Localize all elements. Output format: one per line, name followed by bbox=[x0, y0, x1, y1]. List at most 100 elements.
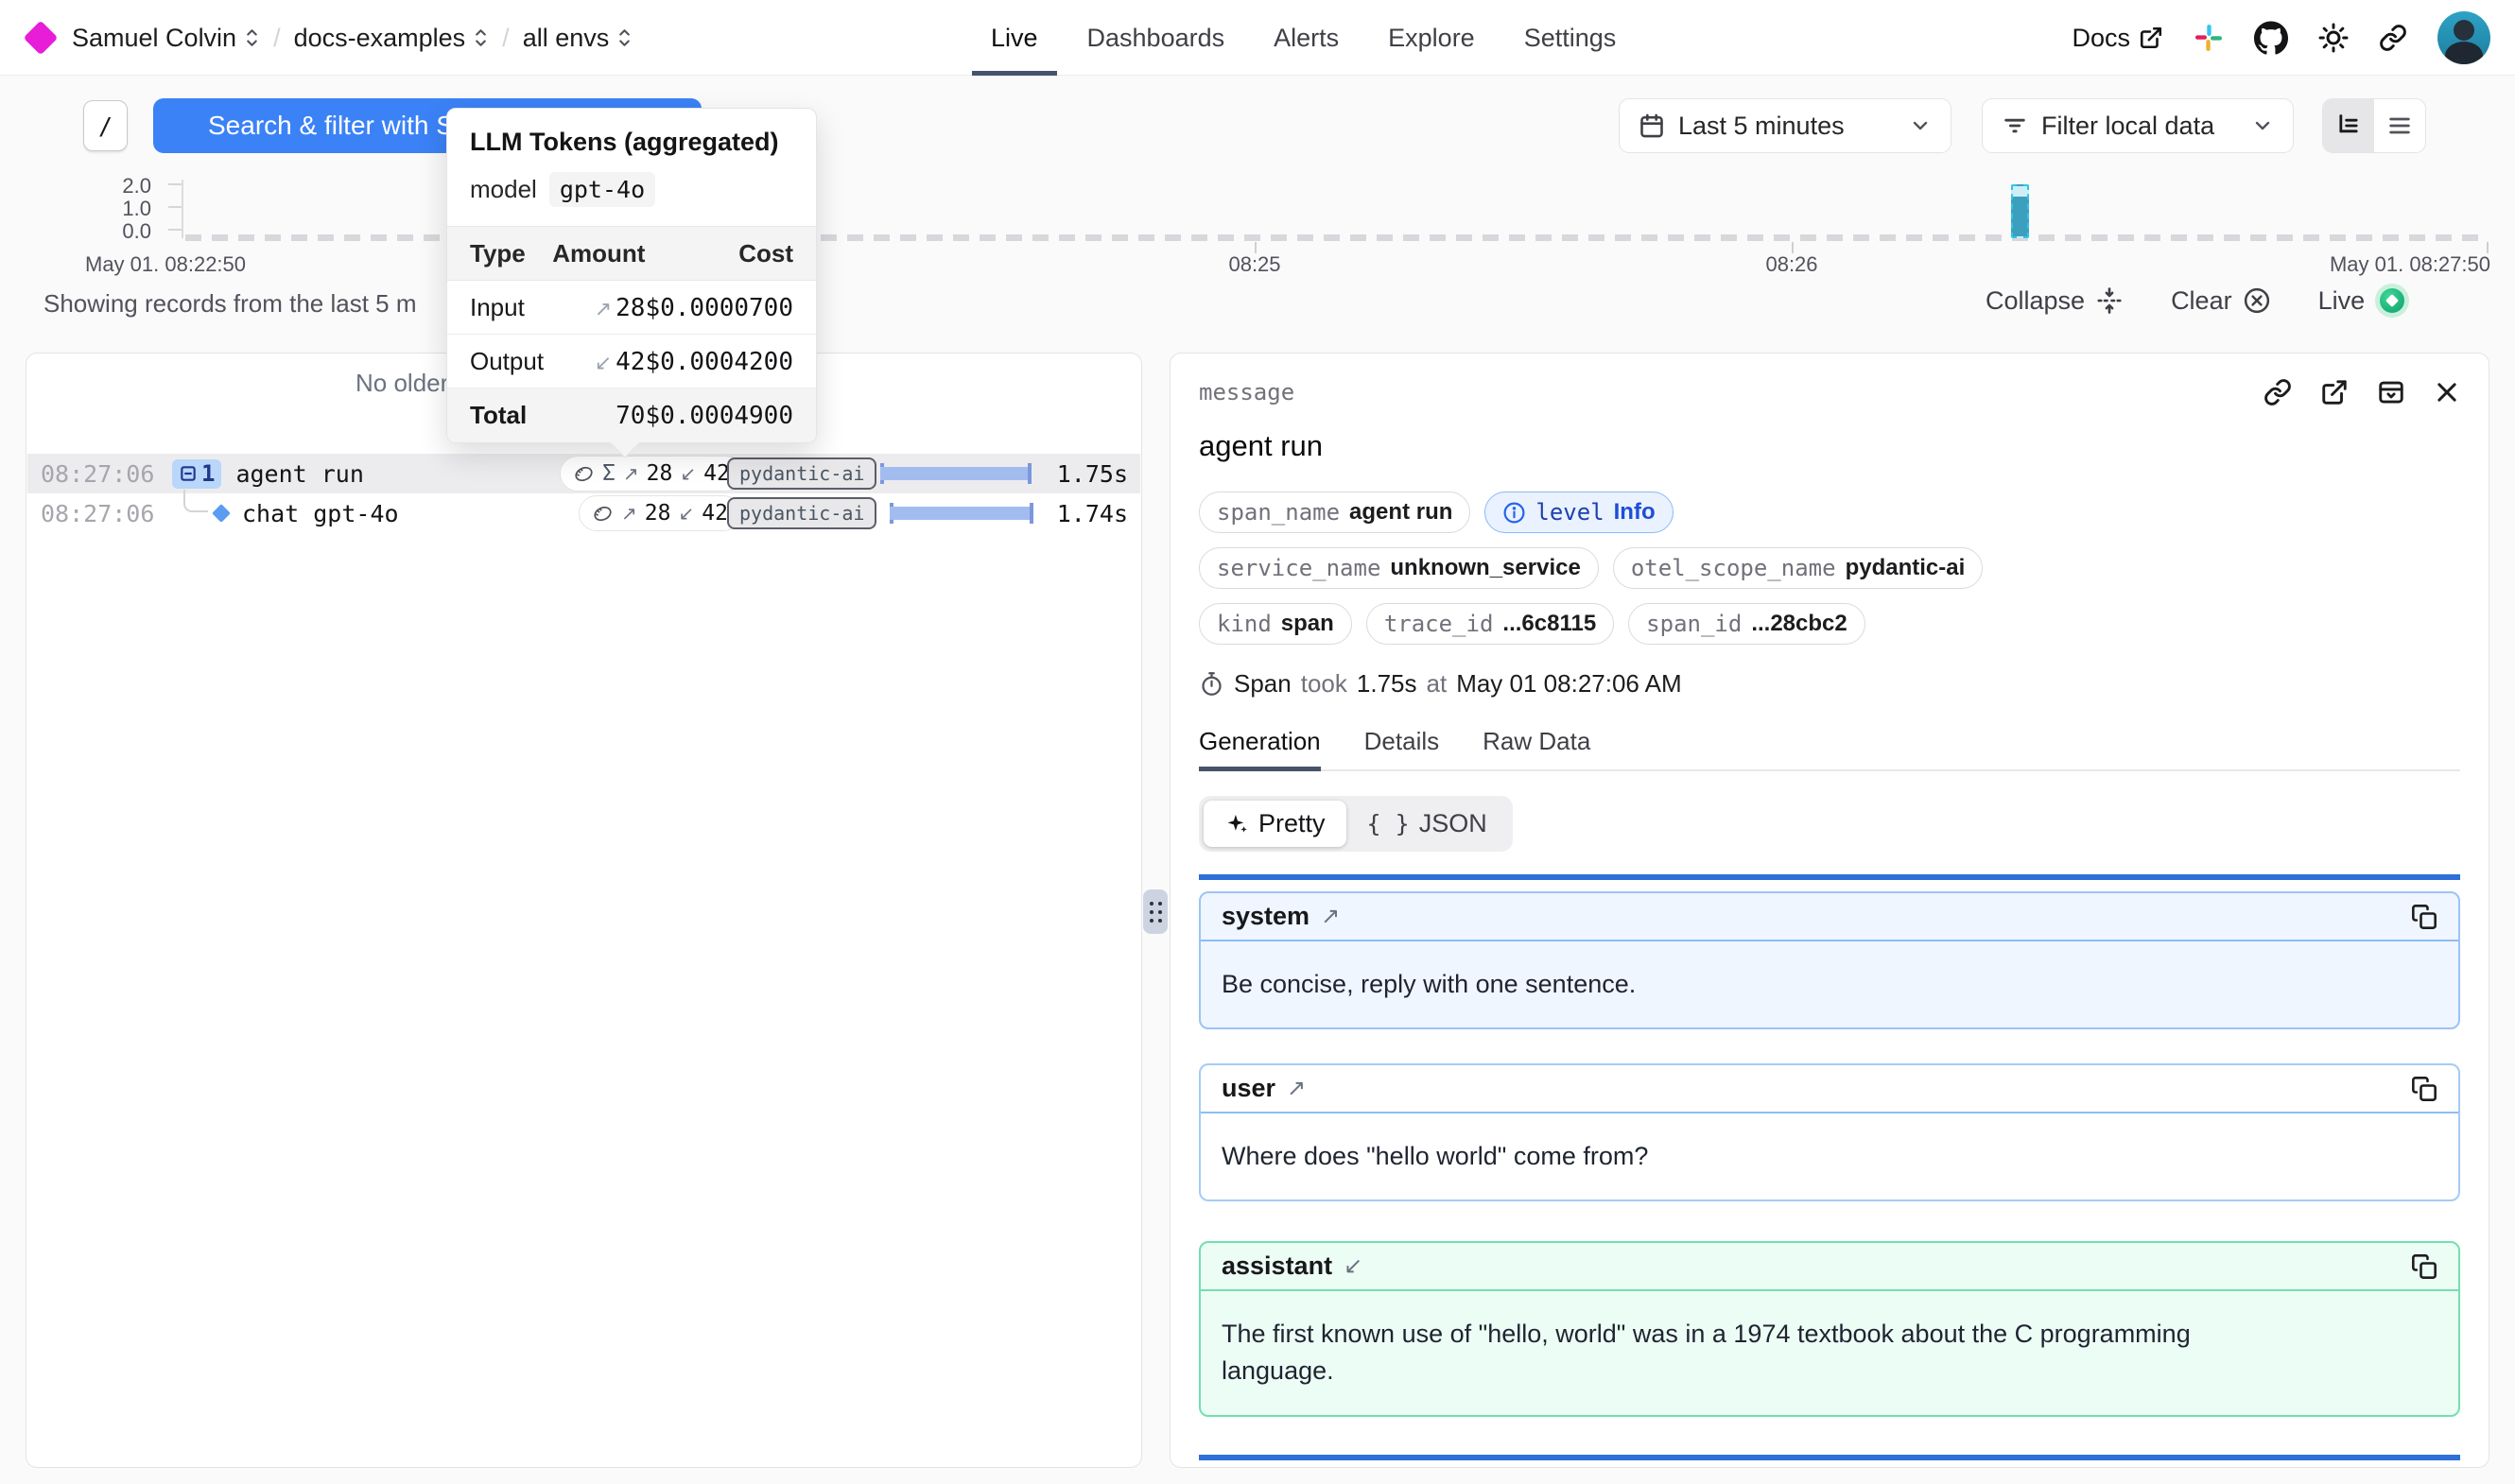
list-view-toggle[interactable] bbox=[2374, 99, 2425, 152]
json-toggle[interactable]: { } JSON bbox=[1346, 801, 1508, 847]
tree-view-toggle[interactable] bbox=[2323, 99, 2374, 152]
project-selector[interactable]: docs-examples bbox=[294, 24, 490, 53]
dock-panel-icon[interactable] bbox=[2377, 378, 2405, 406]
badge-otel-scope[interactable]: otel_scope_name pydantic-ai bbox=[1613, 547, 1983, 589]
badge-span-name[interactable]: span_name agent run bbox=[1199, 492, 1470, 533]
row-timestamp: 08:27:06 bbox=[41, 460, 152, 488]
x-axis-label-0825: 08:25 bbox=[1228, 252, 1280, 277]
copy-button[interactable] bbox=[2411, 1253, 2437, 1280]
live-toggle-button[interactable]: Live bbox=[2318, 284, 2410, 318]
tokens-row-output: Output ↙42 $0.0004200 bbox=[447, 335, 816, 388]
user-avatar[interactable] bbox=[2437, 11, 2490, 64]
share-link-icon[interactable] bbox=[2379, 24, 2407, 52]
tab-generation[interactable]: Generation bbox=[1199, 727, 1321, 769]
badge-key: level bbox=[1535, 499, 1604, 526]
duration-bar bbox=[880, 463, 1032, 484]
slack-icon[interactable] bbox=[2194, 23, 2224, 53]
scope-tag-badge[interactable]: pydantic-ai bbox=[727, 457, 876, 490]
github-icon[interactable] bbox=[2254, 21, 2288, 55]
pretty-json-toggle: Pretty { } JSON bbox=[1199, 796, 1513, 852]
output-arrow-icon: ↙ bbox=[595, 351, 612, 374]
badge-key: span_name bbox=[1217, 499, 1340, 526]
nav-tab-explore[interactable]: Explore bbox=[1388, 0, 1475, 76]
row-label: Input bbox=[447, 281, 552, 335]
scope-tag-badge[interactable]: pydantic-ai bbox=[727, 497, 876, 529]
badge-key: span_id bbox=[1646, 611, 1742, 637]
tooltip-title: LLM Tokens (aggregated) bbox=[447, 128, 816, 157]
nav-tab-dashboards[interactable]: Dashboards bbox=[1087, 0, 1225, 76]
duration-text: 1.75s bbox=[1057, 460, 1128, 488]
close-icon[interactable] bbox=[2434, 379, 2460, 406]
badge-level[interactable]: level Info bbox=[1484, 492, 1673, 533]
theme-sun-icon[interactable] bbox=[2318, 23, 2349, 53]
output-cost: $0.0004200 bbox=[645, 348, 793, 376]
badge-trace-id[interactable]: trace_id ...6c8115 bbox=[1366, 603, 1614, 645]
output-amount: 42 bbox=[616, 348, 645, 376]
total-cost: $0.0004900 bbox=[645, 402, 793, 430]
docs-label: Docs bbox=[2072, 24, 2130, 53]
updown-chevron-icon bbox=[244, 26, 260, 50]
row-label: Output bbox=[447, 335, 552, 388]
collapse-button[interactable]: Collapse bbox=[1986, 286, 2124, 316]
docs-link[interactable]: Docs bbox=[2072, 24, 2163, 53]
copy-icon bbox=[2411, 1076, 2437, 1102]
x-axis-label-end: May 01. 08:27:50 bbox=[2330, 252, 2490, 277]
badge-service-name[interactable]: service_name unknown_service bbox=[1199, 547, 1599, 589]
took-timestamp: May 01 08:27:06 AM bbox=[1456, 669, 1681, 699]
collapse-children-badge[interactable]: 1 bbox=[172, 459, 221, 489]
col-type: Type bbox=[447, 227, 552, 281]
updown-chevron-icon bbox=[616, 26, 633, 50]
token-coin-icon bbox=[573, 463, 595, 485]
nav-tab-live[interactable]: Live bbox=[991, 0, 1038, 76]
trace-row-agent-run[interactable]: 08:27:06 1 agent run Σ ↗ 28 ↙ 42 pydanti… bbox=[27, 454, 1140, 493]
message-role: user bbox=[1222, 1074, 1275, 1103]
collapse-vertical-icon bbox=[2095, 286, 2124, 315]
tooltip-model-row: model gpt-4o bbox=[447, 157, 816, 226]
nav-tab-settings[interactable]: Settings bbox=[1524, 0, 1617, 76]
tokens-table-header-row: Type Amount Cost bbox=[447, 227, 816, 281]
trace-row-chat-gpt4o[interactable]: 08:27:06 chat gpt-4o ↗ 28 ↙ 42 pydantic-… bbox=[27, 493, 1140, 533]
panel-resize-grip[interactable] bbox=[1143, 889, 1168, 934]
col-cost: Cost bbox=[645, 227, 816, 281]
took-at-word: at bbox=[1427, 669, 1448, 699]
open-in-new-icon[interactable] bbox=[2320, 378, 2349, 406]
breadcrumb-separator: / bbox=[502, 24, 510, 53]
filter-local-data-button[interactable]: Filter local data bbox=[1982, 98, 2294, 153]
detail-tabs: Generation Details Raw Data bbox=[1199, 727, 2460, 771]
timeline-record-bar[interactable] bbox=[2011, 184, 2029, 238]
tab-raw-data[interactable]: Raw Data bbox=[1483, 727, 1590, 769]
copy-icon bbox=[2411, 1253, 2437, 1280]
clear-circle-x-icon bbox=[2243, 286, 2271, 315]
pretty-toggle[interactable]: Pretty bbox=[1204, 801, 1346, 847]
span-diamond-icon bbox=[212, 504, 231, 523]
span-duration-line: Span took 1.75s at May 01 08:27:06 AM bbox=[1199, 669, 2460, 699]
message-text: The first known use of "hello, world" wa… bbox=[1201, 1291, 2316, 1414]
y-axis-tick-mark bbox=[168, 206, 182, 208]
time-range-button[interactable]: Last 5 minutes bbox=[1619, 98, 1951, 153]
row-label: Total bbox=[447, 388, 552, 442]
badge-span-id[interactable]: span_id ...28cbc2 bbox=[1628, 603, 1865, 645]
copy-link-icon[interactable] bbox=[2264, 378, 2292, 406]
logfire-logo-diamond-icon[interactable] bbox=[24, 21, 59, 56]
nav-tab-alerts[interactable]: Alerts bbox=[1274, 0, 1339, 76]
output-arrow-icon: ↙ bbox=[678, 502, 694, 526]
input-tokens: 28 bbox=[647, 461, 673, 486]
env-selector[interactable]: all envs bbox=[523, 24, 633, 53]
badge-value: pydantic-ai bbox=[1846, 555, 1966, 581]
copy-button[interactable] bbox=[2411, 904, 2437, 930]
output-tokens: 42 bbox=[702, 501, 728, 526]
badge-kind[interactable]: kind span bbox=[1199, 603, 1352, 645]
clear-button[interactable]: Clear bbox=[2171, 286, 2271, 316]
input-arrow-icon: ↗ bbox=[623, 462, 639, 486]
org-selector[interactable]: Samuel Colvin bbox=[72, 24, 260, 53]
children-count: 1 bbox=[201, 460, 215, 487]
output-arrow-icon: ↙ bbox=[1344, 1252, 1362, 1280]
tokens-pill[interactable]: ↗ 28 ↙ 42 bbox=[579, 495, 741, 531]
no-older-records-text: No older bbox=[356, 369, 448, 398]
tab-details[interactable]: Details bbox=[1364, 727, 1439, 769]
input-arrow-icon: ↗ bbox=[621, 502, 637, 526]
copy-button[interactable] bbox=[2411, 1076, 2437, 1102]
tokens-pill[interactable]: Σ ↗ 28 ↙ 42 bbox=[560, 456, 743, 492]
duration-text: 1.74s bbox=[1057, 500, 1128, 527]
message-role: assistant bbox=[1222, 1251, 1332, 1281]
